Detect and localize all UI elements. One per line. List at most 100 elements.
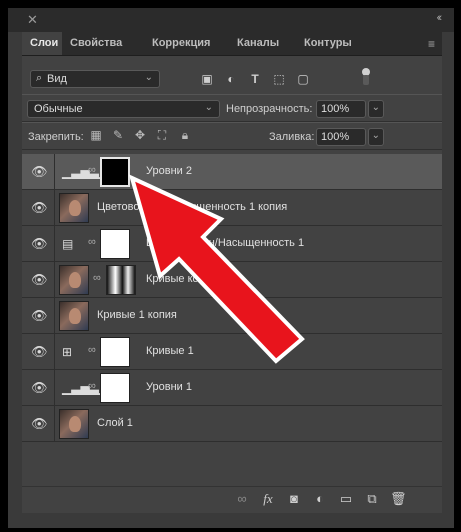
fill-value: 100% [321, 131, 350, 143]
opacity-input[interactable]: 100% [316, 100, 366, 118]
layer-row[interactable]: 👁︎ ▤ ∞ Цветовой тон/Насыщенность 1 [22, 226, 442, 262]
search-icon: ⌕ [36, 72, 43, 84]
layer-name[interactable]: Слой 1 [97, 417, 133, 429]
levels-adjustment-icon: ▁▃▅▃▁ [62, 165, 109, 179]
fx-icon[interactable]: fx [260, 491, 276, 507]
tab-layers[interactable]: Слои [22, 32, 62, 55]
adjustment-filter-icon[interactable]: ◐ [224, 72, 238, 86]
layer-row[interactable]: 👁︎ Цветовой тон/Насыщенность 1 копия [22, 190, 442, 226]
layer-thumbnail[interactable] [59, 193, 89, 223]
collapse-panel-icon[interactable]: ‹‹ [437, 12, 443, 24]
visibility-toggle[interactable]: 👁︎ [22, 370, 55, 405]
type-filter-icon[interactable]: T [248, 72, 262, 86]
layer-mask-thumbnail[interactable] [100, 337, 130, 367]
lock-row: Закрепить: ▦ ✎ ✥ ⛶ 🔒︎ Заливка: 100% ⌄ [22, 122, 442, 150]
layer-row[interactable]: 👁︎ ▁▃▅▃▁ ∞ Уровни 2 [22, 154, 442, 190]
panel-menu-icon[interactable]: ≡ [428, 37, 438, 51]
filter-toggle[interactable] [362, 68, 370, 88]
layer-name[interactable]: Кривые 1 [146, 345, 194, 357]
new-layer-icon[interactable]: ⧉ [364, 491, 380, 507]
layer-row[interactable]: 👁︎ Кривые 1 копия [22, 298, 442, 334]
link-chain-icon[interactable]: ∞ [93, 272, 101, 284]
image-filter-icon[interactable]: ▣ [200, 72, 214, 86]
eye-icon: 👁︎ [31, 416, 48, 431]
layer-thumbnail[interactable] [59, 265, 89, 295]
layer-row[interactable]: 👁︎ ∞ Кривые копия 2 [22, 262, 442, 298]
blend-mode-value: Обычные [34, 103, 83, 115]
layer-mask-thumbnail[interactable] [100, 229, 130, 259]
group-folder-icon[interactable]: ▭ [338, 491, 354, 507]
blend-row: Обычные ⌄ Непрозрачность: 100% ⌄ [22, 94, 442, 122]
eye-icon: 👁︎ [31, 164, 48, 179]
lock-label: Закрепить: [28, 131, 84, 143]
chevron-down-icon: ⌄ [204, 102, 213, 113]
layers-panel-window: ✕ ‹‹ Слои Свойства Коррекция Каналы Конт… [8, 8, 454, 528]
lock-transparency-icon[interactable]: ▦ [89, 128, 103, 142]
close-panel-icon[interactable]: ✕ [27, 12, 38, 28]
link-chain-icon[interactable]: ∞ [88, 344, 96, 356]
visibility-toggle[interactable]: 👁︎ [22, 334, 55, 369]
tab-properties[interactable]: Свойства [62, 32, 141, 55]
chevron-down-icon: ⌄ [371, 102, 380, 113]
trash-icon[interactable]: 🗑︎ [390, 491, 407, 507]
eye-icon: 👁︎ [31, 236, 48, 251]
link-chain-icon[interactable]: ∞ [88, 380, 96, 392]
layer-name[interactable]: Уровни 1 [146, 381, 192, 393]
visibility-toggle[interactable]: 👁︎ [22, 406, 55, 441]
add-mask-icon[interactable]: ◙ [286, 491, 302, 507]
visibility-toggle[interactable]: 👁︎ [22, 226, 55, 261]
eye-icon: 👁︎ [31, 344, 48, 359]
layer-name[interactable]: Уровни 2 [146, 165, 192, 177]
layer-row[interactable]: 👁︎ ▁▃▅▃▁ ∞ Уровни 1 [22, 370, 442, 406]
tab-channels[interactable]: Каналы [229, 32, 295, 55]
link-chain-icon[interactable]: ∞ [88, 236, 96, 248]
layer-thumbnail[interactable] [59, 301, 89, 331]
blend-mode-select[interactable]: Обычные ⌄ [27, 100, 220, 118]
panel-title-strip: ✕ ‹‹ [8, 8, 454, 32]
tab-paths[interactable]: Контуры [296, 32, 362, 55]
lock-position-icon[interactable]: ✥ [133, 128, 147, 142]
fill-dropdown[interactable]: ⌄ [368, 128, 384, 146]
tab-adjustments[interactable]: Коррекция [144, 32, 229, 55]
layer-mask-thumbnail[interactable] [100, 373, 130, 403]
layers-panel: ⌕ Вид ⌄ ▣ ◐ T ⬚ ▢ Обычные ⌄ Непрозрачнос… [22, 56, 442, 513]
filter-kind-label: Вид [47, 73, 67, 85]
chevron-down-icon: ⌄ [371, 130, 380, 141]
layer-name[interactable]: Цветовой тон/Насыщенность 1 [146, 237, 304, 249]
layer-name[interactable]: Кривые копия 2 [146, 273, 226, 285]
layer-name[interactable]: Кривые 1 копия [97, 309, 177, 321]
eye-icon: 👁︎ [31, 380, 48, 395]
hue-saturation-adjustment-icon: ▤ [62, 237, 74, 251]
eye-icon: 👁︎ [31, 272, 48, 287]
eye-icon: 👁︎ [31, 200, 48, 215]
layer-row[interactable]: 👁︎ Слой 1 [22, 406, 442, 442]
panel-tabs: Слои Свойства Коррекция Каналы Контуры ≡ [22, 32, 442, 56]
layer-name[interactable]: Цветовой тон/Насыщенность 1 копия [97, 201, 287, 213]
layer-row[interactable]: 👁︎ ⊞ ∞ Кривые 1 [22, 334, 442, 370]
link-icon[interactable]: ∞ [234, 491, 250, 507]
layer-mask-thumbnail[interactable] [100, 157, 130, 187]
visibility-toggle[interactable]: 👁︎ [22, 262, 55, 297]
layer-mask-thumbnail[interactable] [106, 265, 136, 295]
lock-artboard-icon[interactable]: ⛶ [155, 128, 169, 142]
curves-adjustment-icon: ⊞ [62, 345, 73, 359]
visibility-toggle[interactable]: 👁︎ [22, 190, 55, 225]
opacity-label: Непрозрачность: [226, 103, 313, 115]
lock-all-icon[interactable]: 🔒︎ [178, 128, 192, 142]
opacity-value: 100% [321, 103, 350, 115]
fill-label: Заливка: [269, 131, 315, 143]
opacity-dropdown[interactable]: ⌄ [368, 100, 384, 118]
shape-filter-icon[interactable]: ⬚ [272, 72, 286, 86]
link-chain-icon[interactable]: ∞ [88, 164, 96, 176]
smart-object-filter-icon[interactable]: ▢ [296, 72, 310, 86]
layer-thumbnail[interactable] [59, 409, 89, 439]
adjustment-layer-icon[interactable]: ◐ [312, 491, 328, 507]
visibility-toggle[interactable]: 👁︎ [22, 154, 55, 189]
levels-adjustment-icon: ▁▃▅▃▁ [62, 381, 109, 395]
chevron-down-icon: ⌄ [144, 72, 153, 83]
fill-input[interactable]: 100% [316, 128, 366, 146]
toggle-track [363, 75, 369, 85]
lock-paint-icon[interactable]: ✎ [111, 128, 125, 142]
filter-kind-select[interactable]: ⌕ Вид ⌄ [30, 70, 160, 88]
visibility-toggle[interactable]: 👁︎ [22, 298, 55, 333]
